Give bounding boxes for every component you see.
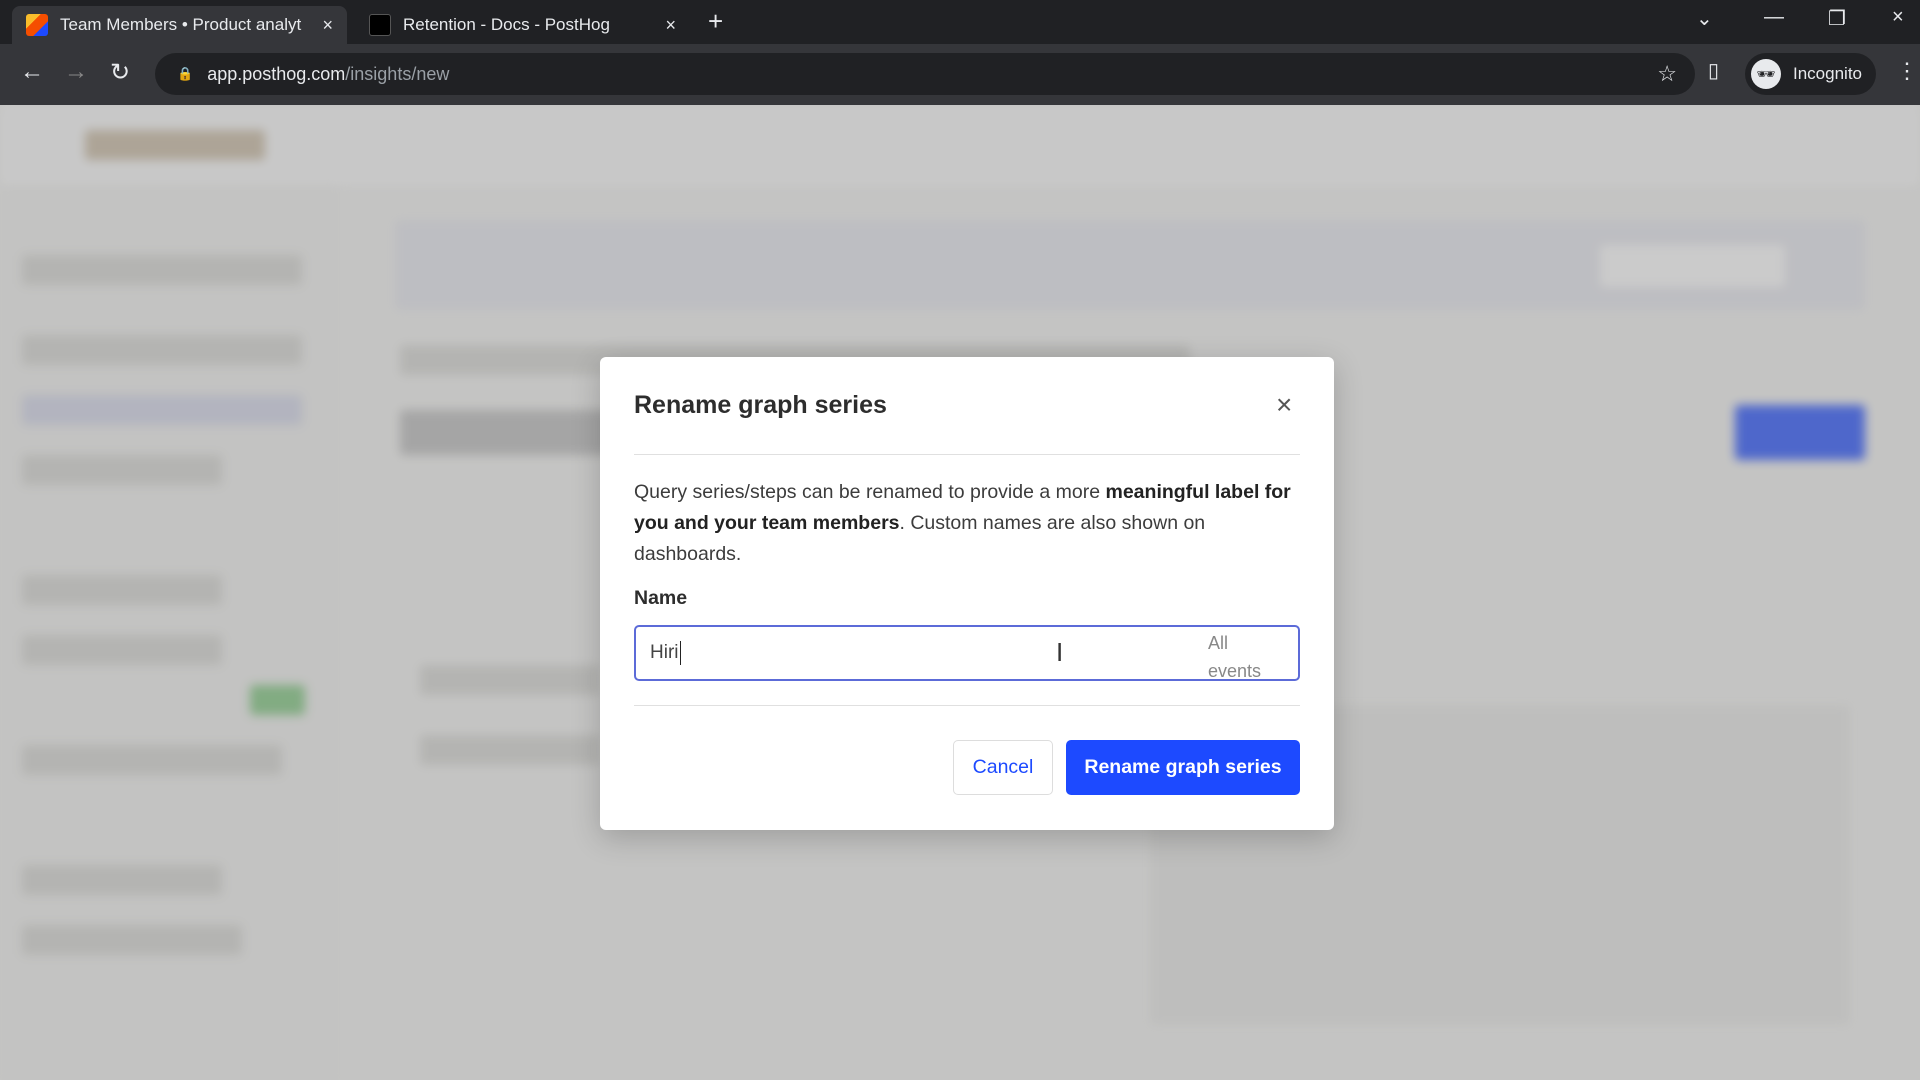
dialog-description: Query series/steps can be renamed to pro… [634,477,1300,570]
divider [634,705,1300,706]
text-caret [679,641,681,665]
ibeam-cursor-icon: I [1056,637,1064,667]
incognito-label: Incognito [1793,64,1862,83]
url-host: app.posthog.com [207,63,346,84]
name-input[interactable]: Hiri I All events [634,625,1300,681]
tab-search-icon[interactable]: ⌄ [1696,6,1713,31]
tab-title: Retention - Docs - PostHog [403,15,610,34]
close-tab-icon[interactable]: × [665,15,676,36]
description-text: Query series/steps can be renamed to pro… [634,481,1106,503]
name-input-suffix: All events [1208,633,1262,681]
posthog-favicon-icon [26,14,48,36]
cancel-button[interactable]: Cancel [953,740,1053,795]
side-panel-icon[interactable]: ▯ [1708,58,1719,83]
close-tab-icon[interactable]: × [322,15,333,36]
bookmark-star-icon[interactable]: ☆ [1657,61,1677,87]
new-tab-icon[interactable]: + [708,6,723,37]
posthog-docs-favicon-icon [369,14,391,36]
incognito-badge[interactable]: 🕶 Incognito [1745,53,1876,95]
reload-icon[interactable]: ↻ [110,58,130,87]
browser-menu-icon[interactable]: ⋮ [1896,58,1918,84]
restore-icon[interactable]: ❐ [1828,6,1846,31]
tab-retention-docs[interactable]: Retention - Docs - PostHog × [355,6,690,44]
close-icon[interactable]: × [1276,389,1292,421]
divider [634,454,1300,455]
minimize-icon[interactable]: — [1764,6,1784,29]
rename-series-dialog: Rename graph series × Query series/steps… [600,357,1334,830]
dialog-title: Rename graph series [634,391,887,419]
rename-graph-series-button[interactable]: Rename graph series [1066,740,1300,795]
name-label: Name [634,587,688,609]
tab-team-members[interactable]: Team Members • Product analyt × [12,6,347,44]
lock-icon: 🔒 [177,66,194,81]
incognito-icon: 🕶 [1751,59,1781,89]
address-bar-row: ← → ↻ 🔒 app.posthog.com/insights/new ☆ ▯… [0,44,1920,105]
url-bar[interactable]: 🔒 app.posthog.com/insights/new ☆ [155,53,1695,95]
tab-title: Team Members • Product analyt [60,15,302,34]
name-input-value: Hiri [650,642,679,663]
browser-tab-bar: Team Members • Product analyt × Retentio… [0,0,1920,44]
back-icon[interactable]: ← [20,58,44,86]
window-close-icon[interactable]: × [1892,6,1904,29]
forward-icon[interactable]: → [64,58,88,86]
url-path: /insights/new [345,63,450,84]
